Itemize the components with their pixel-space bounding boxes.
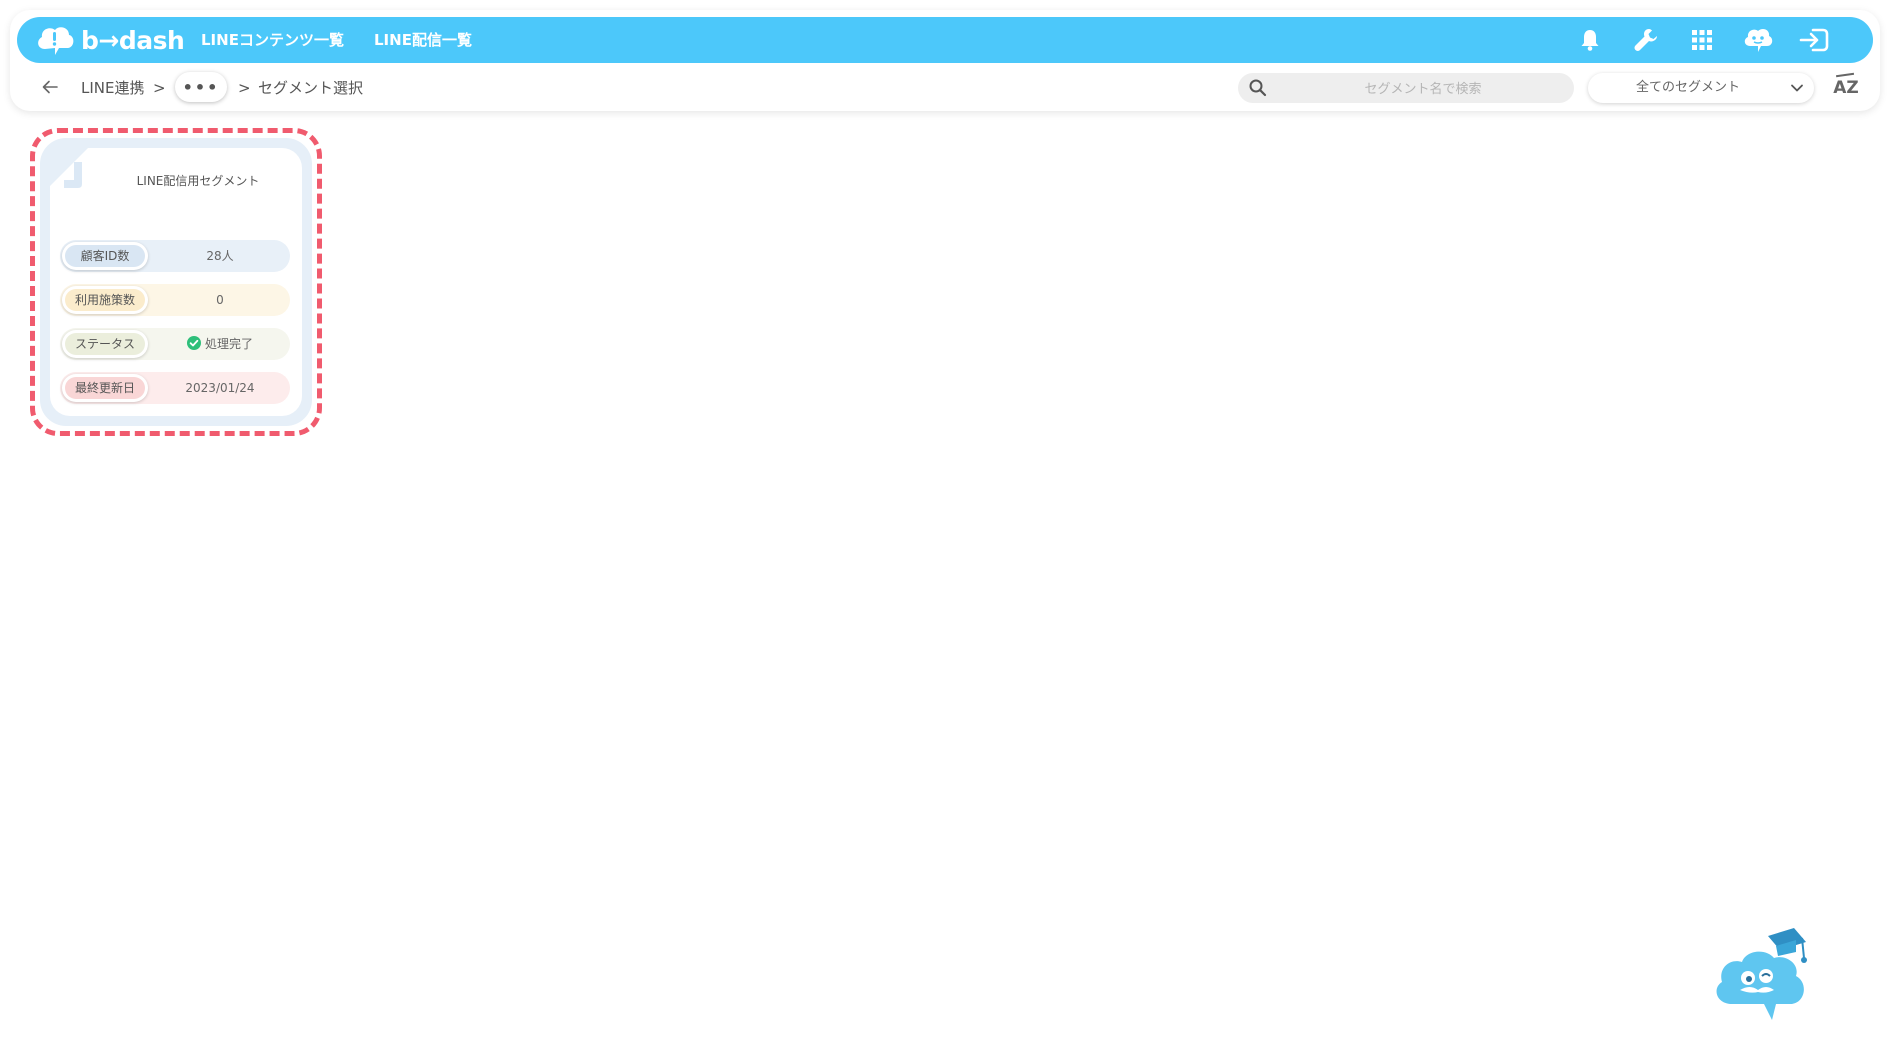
chevron-down-icon [1791,84,1803,92]
last-updated-value: 2023/01/24 [185,381,255,395]
logo-cloud-icon [38,27,74,55]
status-value: 処理完了 [204,337,253,351]
logout-icon[interactable] [1799,25,1829,55]
breadcrumb-bar: LINE連携 > ••• > セグメント選択 全てのセグメント AZ [17,70,1873,106]
sort-az-label: AZ [1833,78,1859,98]
customer-id-count-label: 顧客ID数 [65,245,145,267]
last-updated-row: 最終更新日 2023/01/24 [60,372,290,404]
breadcrumb-separator: > [238,79,251,97]
check-circle-icon [186,336,201,350]
folded-corner-icon [50,148,88,188]
segment-card-body: LINE配信用セグメント 顧客ID数 28人 利用施策数 0 ステータス 処理完… [50,148,302,416]
campaign-usage-count-value: 0 [216,293,224,307]
segment-search [1238,73,1574,105]
segment-card[interactable]: LINE配信用セグメント 顧客ID数 28人 利用施策数 0 ステータス 処理完… [40,138,312,426]
sort-az-button[interactable]: AZ [1831,74,1861,102]
back-arrow-icon[interactable] [37,74,63,100]
app-logo[interactable]: b→dash [35,23,185,57]
campaign-usage-count-row: 利用施策数 0 [60,284,290,316]
segment-filter-value: 全てのセグメント [1635,80,1740,95]
grid-icon[interactable] [1687,25,1717,55]
breadcrumb-current: セグメント選択 [258,79,364,97]
nav-line-delivery[interactable]: LINE配信一覧 [374,17,472,63]
top-navigation-bar: b→dash LINEコンテンツ一覧 LINE配信一覧 [17,17,1873,63]
wrench-icon[interactable] [1631,25,1661,55]
search-icon [1249,79,1267,97]
breadcrumb-line-integration[interactable]: LINE連携 [81,70,144,106]
customer-id-count-row: 顧客ID数 28人 [60,240,290,272]
status-value-wrap: 処理完了 [150,328,290,360]
breadcrumb-more-button[interactable]: ••• [175,72,227,102]
last-updated-label: 最終更新日 [65,377,145,399]
search-input[interactable] [1278,73,1568,105]
help-chat-icon[interactable] [1743,25,1773,55]
status-row: ステータス 処理完了 [60,328,290,360]
status-label: ステータス [65,333,145,355]
nav-line-contents[interactable]: LINEコンテンツ一覧 [201,17,344,63]
segment-card-title: LINE配信用セグメント [136,174,260,188]
breadcrumb-separator: > [153,79,166,97]
segment-filter-select[interactable]: 全てのセグメント [1588,73,1814,103]
customer-id-count-value: 28人 [206,249,234,263]
assistant-mascot-icon[interactable] [1710,924,1812,1024]
logo-text: b→dash [81,25,185,55]
campaign-usage-count-label: 利用施策数 [65,289,145,311]
bell-icon[interactable] [1575,25,1605,55]
